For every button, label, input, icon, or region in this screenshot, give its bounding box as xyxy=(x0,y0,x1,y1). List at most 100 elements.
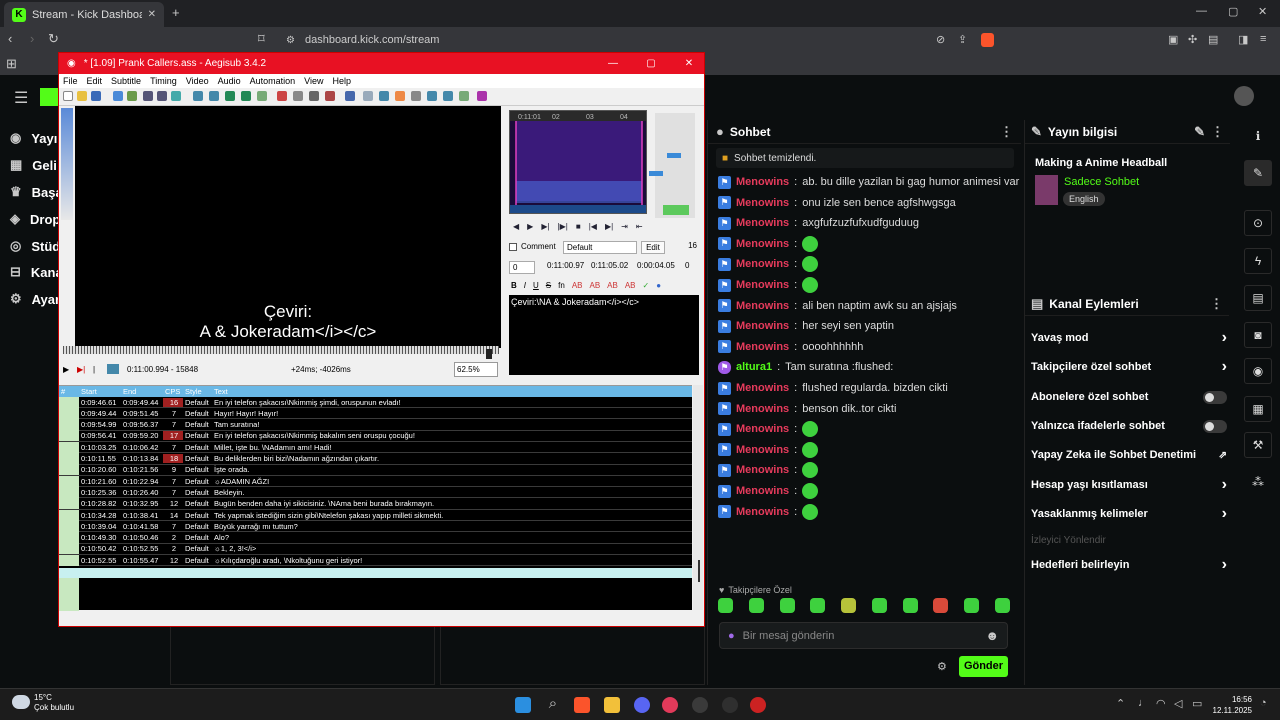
menu-timing[interactable]: Timing xyxy=(150,76,177,86)
mic-tray-icon[interactable]: ♩ xyxy=(1138,697,1149,709)
video-display[interactable]: Çeviri: A & Jokeradam</i></c> xyxy=(75,106,501,348)
maximize-icon[interactable]: ▢ xyxy=(636,58,666,69)
table-row[interactable]: 0:10:52.55 0:10:55.47 12 Default ☼Kılıçdaroğ… xyxy=(59,554,692,567)
table-row[interactable]: 0:10:03.25 0:10:06.42 7 Default Millet, işte… xyxy=(59,441,692,454)
save-icon[interactable] xyxy=(91,91,101,101)
chat-message[interactable]: ⚑ Menowins: axgfufzuzfufxudfguduug xyxy=(718,213,919,233)
edit-icon[interactable]: ✎ xyxy=(1244,160,1272,186)
hamburger-icon[interactable]: ☰ xyxy=(14,88,28,108)
chat-username[interactable]: Menowins xyxy=(736,506,789,518)
emote-2[interactable] xyxy=(748,598,764,613)
replace-icon[interactable] xyxy=(157,91,167,101)
chat-message[interactable]: ⚑ Menowins: ali ben naptim awk su an ajsja… xyxy=(718,296,957,316)
stop-icon[interactable]: | xyxy=(93,365,95,374)
chevron-right-icon[interactable]: › xyxy=(1222,329,1227,347)
nav-item-achievements[interactable]: ♛ Başa xyxy=(10,184,63,200)
toggle-switch[interactable] xyxy=(1203,390,1227,404)
italic-button[interactable]: I xyxy=(524,281,526,290)
reload-icon[interactable]: ↻ xyxy=(48,31,59,47)
chat-username[interactable]: Menowins xyxy=(736,176,789,188)
tool-icon-11[interactable] xyxy=(309,91,319,101)
app-icon-c[interactable] xyxy=(692,697,708,713)
clock[interactable]: 16:56 12.11.2025 xyxy=(1208,694,1252,716)
margin-field[interactable]: 16 xyxy=(675,241,697,254)
chat-message[interactable]: ⚑ Menowins: ab. bu dille yazilan bi gag hu… xyxy=(718,172,1019,192)
back-icon[interactable]: ‹ xyxy=(8,31,12,46)
chat-username[interactable]: Menowins xyxy=(736,423,789,435)
commit-icon[interactable]: ✓ xyxy=(643,281,650,290)
chat-username[interactable]: Menowins xyxy=(736,320,789,332)
document-icon[interactable]: ▤ xyxy=(1244,285,1272,311)
tool-icon-19[interactable] xyxy=(443,91,453,101)
tool-icon-7[interactable] xyxy=(241,91,251,101)
chevron-right-icon[interactable]: › xyxy=(1222,358,1227,376)
table-row[interactable]: 0:09:49.44 0:09:51.45 7 Default Hayır! Hayır… xyxy=(59,407,692,420)
green-emote-icon[interactable] xyxy=(802,421,819,438)
tool-icon-12[interactable] xyxy=(325,91,335,101)
chevron-right-icon[interactable]: › xyxy=(1222,505,1227,523)
tool-icon-2[interactable] xyxy=(127,91,137,101)
emoji-icon[interactable]: ☻ xyxy=(985,628,999,643)
nav-item-stream[interactable]: ◉ Yayı xyxy=(10,130,57,146)
green-emote-icon[interactable] xyxy=(802,483,819,499)
color4-button[interactable]: AB xyxy=(625,281,636,290)
weather-widget[interactable]: 15°C Çok bulutlu xyxy=(34,693,74,713)
checkbox-icon[interactable] xyxy=(509,242,517,251)
audio-after-icon[interactable]: ▶| xyxy=(605,222,613,231)
chat-username[interactable]: altura1 xyxy=(736,361,772,373)
emote-4[interactable] xyxy=(810,598,826,613)
start-icon[interactable] xyxy=(515,697,531,713)
bolt-icon[interactable]: ϟ xyxy=(1244,248,1272,274)
table-row[interactable]: 0:09:46.61 0:09:49.44 16 Default En iyi tele… xyxy=(59,396,692,408)
chat-settings-icon[interactable]: ⚙ xyxy=(937,660,947,673)
color1-button[interactable]: AB xyxy=(572,281,583,290)
tool-icon-17[interactable] xyxy=(411,91,421,101)
menu-icon[interactable]: ≡ xyxy=(1260,33,1266,45)
green-emote-icon[interactable] xyxy=(802,462,819,479)
emote-9[interactable] xyxy=(964,598,980,613)
color2-button[interactable]: AB xyxy=(589,281,600,290)
chat-username[interactable]: Menowins xyxy=(736,341,789,353)
menu-audio[interactable]: Audio xyxy=(218,76,241,86)
green-emote-icon[interactable] xyxy=(802,256,819,273)
audio-waveform[interactable]: 0:11:01 02 03 04 xyxy=(509,110,647,214)
file-explorer-icon[interactable] xyxy=(604,697,620,713)
zoom-select[interactable]: 62.5% xyxy=(454,362,498,377)
edit-style-button[interactable]: Edit xyxy=(641,241,665,254)
open-folder-icon[interactable] xyxy=(77,91,87,101)
color3-button[interactable]: AB xyxy=(607,281,618,290)
tool-icon-4[interactable] xyxy=(193,91,203,101)
bold-button[interactable]: B xyxy=(511,281,517,290)
chat-message[interactable]: ⚑ Menowins: xyxy=(718,502,819,522)
chat-message[interactable]: ⚑ Menowins: xyxy=(718,440,819,460)
green-emote-icon[interactable] xyxy=(802,503,819,520)
audio-play-line-icon[interactable]: |▶| xyxy=(558,222,568,231)
tool-icon-15[interactable] xyxy=(379,91,389,101)
puzzle-icon[interactable]: ✣ xyxy=(1188,33,1197,46)
chat-message[interactable]: ⚑ Menowins: xyxy=(718,460,819,480)
channel-action-item[interactable]: Yavaş mod › xyxy=(1031,328,1227,348)
table-row[interactable]: 0:10:28.82 0:10:32.95 12 Default Bugün bende… xyxy=(59,498,692,510)
chat-username[interactable]: Menowins xyxy=(736,382,789,394)
site-info-icon[interactable]: ⚙ xyxy=(286,35,295,46)
new-file-icon[interactable] xyxy=(63,91,73,101)
minimize-icon[interactable]: — xyxy=(598,58,628,69)
chevron-right-icon[interactable]: › xyxy=(1222,556,1227,574)
audio-prev-icon[interactable]: ◀ xyxy=(513,222,519,231)
chat-message[interactable]: ⚑ Menowins: xyxy=(718,419,819,439)
chat-username[interactable]: Menowins xyxy=(736,464,789,476)
table-row[interactable]: 0:10:25.36 0:10:26.40 7 Default Bekleyin. xyxy=(59,486,692,499)
green-emote-icon[interactable] xyxy=(802,277,819,293)
layout-icon[interactable]: ▦ xyxy=(1244,396,1272,422)
autoscroll-icon[interactable] xyxy=(107,364,119,374)
menu-subtitle[interactable]: Subtitle xyxy=(111,76,141,86)
tool-icon-13[interactable] xyxy=(345,91,355,101)
chat-message[interactable]: ⚑ Menowins: onu izle sen bence agfshwgsga xyxy=(718,193,956,213)
volume-slider-handle[interactable] xyxy=(667,153,681,158)
menu-help[interactable]: Help xyxy=(333,76,352,86)
emote-10[interactable] xyxy=(994,598,1010,613)
chat-username[interactable]: Menowins xyxy=(736,300,789,312)
start-time-field[interactable]: 0:11:00.97 xyxy=(547,261,591,274)
chat-message[interactable]: ⚑ Menowins: xyxy=(718,481,819,501)
chevron-right-icon[interactable]: › xyxy=(1222,476,1227,494)
